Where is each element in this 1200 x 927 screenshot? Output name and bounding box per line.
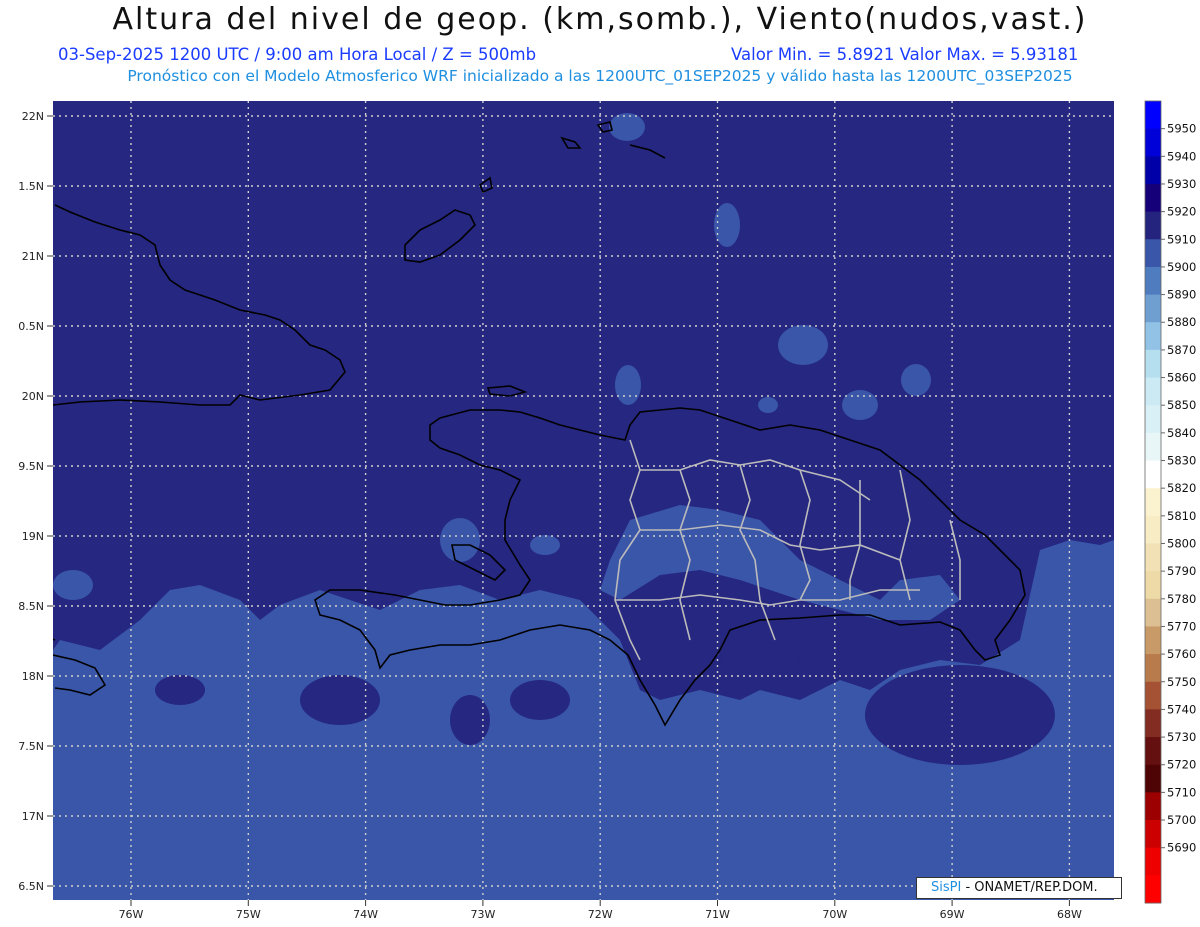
colorbar-swatch: [1145, 626, 1161, 655]
colorbar-swatch: [1145, 764, 1161, 793]
colorbar-swatch: [1145, 128, 1161, 157]
colorbar-label: 5730: [1167, 730, 1196, 744]
lat-label: 9.5N: [18, 460, 44, 473]
colorbar-label: 5760: [1167, 647, 1196, 661]
lat-label: 21N: [22, 250, 44, 263]
colorbar-label: 5940: [1167, 149, 1196, 163]
colorbar: 5950 5940 5930 5920 5910 5900 5890 5880 5870 5860…: [1144, 100, 1196, 904]
longitude-labels: 76W 75W 74W 73W 72W 71W 70W 69W 68W: [119, 900, 1082, 921]
colorbar-label: 5850: [1167, 398, 1196, 412]
lat-label: 19N: [22, 530, 44, 543]
colorbar-swatch: [1145, 322, 1161, 351]
colorbar-label: 5930: [1167, 177, 1196, 191]
colorbar-swatch: [1145, 156, 1161, 185]
colorbar-label: 5910: [1167, 232, 1196, 246]
colorbar-swatch: [1145, 101, 1161, 130]
colorbar-swatch: [1145, 183, 1161, 213]
credit-text: - ONAMET/REP.DOM.: [961, 880, 1098, 895]
colorbar-swatch: [1145, 792, 1161, 821]
lon-label: 75W: [236, 908, 261, 921]
colorbar-swatch: [1145, 294, 1161, 323]
colorbar-label: 5810: [1167, 509, 1196, 523]
lon-label: 70W: [822, 908, 847, 921]
lon-label: 74W: [353, 908, 378, 921]
credit-box: SisPI - ONAMET/REP.DOM.: [916, 877, 1122, 899]
latitude-labels: 22N 1.5N 21N 0.5N 20N 9.5N 19N 8.5N 18N 7.5N 17N 6.…: [18, 110, 53, 893]
lon-label: 72W: [588, 908, 613, 921]
colorbar-swatch: [1145, 847, 1161, 876]
colorbar-label: 5860: [1167, 371, 1196, 385]
colorbar-swatch: [1145, 709, 1161, 738]
colorbar-label: 5700: [1167, 813, 1196, 827]
lon-label: 68W: [1057, 908, 1082, 921]
lat-label: 22N: [22, 110, 44, 123]
colorbar-swatch: [1145, 515, 1161, 544]
colorbar-swatch: [1145, 654, 1161, 683]
colorbar-swatch: [1145, 875, 1161, 904]
colorbar-label: 5750: [1167, 675, 1196, 689]
colorbar-swatch: [1145, 432, 1161, 462]
colorbar-swatch: [1145, 349, 1161, 379]
colorbar-swatch: [1145, 239, 1161, 268]
lon-label: 73W: [470, 908, 495, 921]
colorbar-swatch: [1145, 377, 1161, 406]
colorbar-label: 5840: [1167, 426, 1196, 440]
colorbar-swatch: [1145, 266, 1161, 296]
colorbar-swatch: [1145, 571, 1161, 600]
lat-label: 18N: [22, 670, 44, 683]
colorbar-swatch: [1145, 405, 1161, 434]
colorbar-swatch: [1145, 543, 1161, 572]
colorbar-swatch: [1145, 488, 1161, 517]
colorbar-label: 5770: [1167, 619, 1196, 633]
lat-label: 6.5N: [18, 880, 44, 893]
colorbar-swatch: [1145, 211, 1161, 240]
colorbar-label: 5950: [1167, 122, 1196, 136]
colorbar-label: 5890: [1167, 288, 1196, 302]
colorbar-label: 5870: [1167, 343, 1196, 357]
colorbar-label: 5920: [1167, 205, 1196, 219]
colorbar-label: 5710: [1167, 785, 1196, 799]
colorbar-label: 5780: [1167, 592, 1196, 606]
colorbar-label: 5830: [1167, 454, 1196, 468]
lat-label: 20N: [22, 390, 44, 403]
lat-label: 0.5N: [18, 320, 44, 333]
colorbar-swatch: [1145, 681, 1161, 710]
colorbar-swatch: [1145, 460, 1161, 489]
colorbar-label: 5690: [1167, 841, 1196, 855]
lat-label: 7.5N: [18, 740, 44, 753]
colorbar-label: 5900: [1167, 260, 1196, 274]
credit-brand: SisPI: [931, 880, 962, 895]
lon-label: 76W: [119, 908, 144, 921]
map-figure: 22N 1.5N 21N 0.5N 20N 9.5N 19N 8.5N 18N 7.5N 17N 6.…: [18, 100, 1196, 921]
colorbar-swatch: [1145, 737, 1161, 766]
colorbar-label: 5790: [1167, 564, 1196, 578]
colorbar-swatch: [1145, 820, 1161, 849]
colorbar-label: 5880: [1167, 315, 1196, 329]
colorbar-swatch: [1145, 598, 1161, 627]
colorbar-label: 5820: [1167, 481, 1196, 495]
lat-label: 8.5N: [18, 600, 44, 613]
lat-label: 17N: [22, 810, 44, 823]
lon-label: 69W: [940, 908, 965, 921]
colorbar-label: 5740: [1167, 702, 1196, 716]
lat-label: 1.5N: [18, 180, 44, 193]
colorbar-label: 5800: [1167, 536, 1196, 550]
lon-label: 71W: [705, 908, 730, 921]
colorbar-label: 5720: [1167, 758, 1196, 772]
